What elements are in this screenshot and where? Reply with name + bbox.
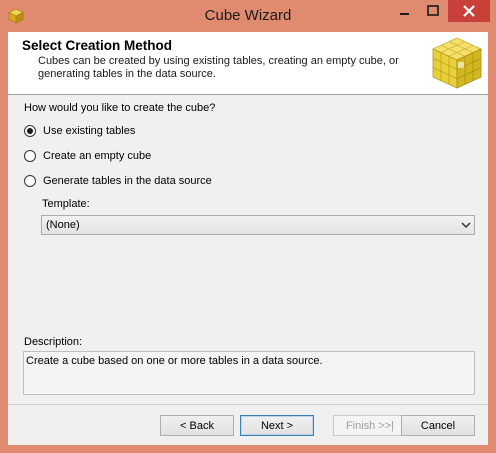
cancel-button[interactable]: Cancel xyxy=(401,415,475,436)
close-button[interactable] xyxy=(448,0,490,22)
page-description: Cubes can be created by using existing t… xyxy=(38,55,399,80)
wizard-header: Select Creation Method Cubes can be crea… xyxy=(8,32,488,95)
question-label: How would you like to create the cube? xyxy=(24,102,216,114)
minimize-button[interactable] xyxy=(394,0,416,22)
radio-use-existing-tables[interactable]: Use existing tables xyxy=(24,123,135,139)
chevron-down-icon xyxy=(461,222,471,229)
title-bar[interactable]: Cube Wizard xyxy=(0,0,496,32)
radio-label: Use existing tables xyxy=(43,125,136,137)
back-button[interactable]: < Back xyxy=(160,415,234,436)
description-label: Description: xyxy=(24,336,83,348)
description-box: Create a cube based on one or more table… xyxy=(23,351,475,395)
maximize-button[interactable] xyxy=(420,0,446,22)
radio-circle[interactable] xyxy=(24,175,36,187)
cube-icon xyxy=(432,37,482,89)
wizard-body: Select Creation Method Cubes can be crea… xyxy=(8,32,488,445)
cube-wizard-window: Cube Wizard Select Creation Method Cubes… xyxy=(0,0,496,453)
template-label: Template: xyxy=(42,198,90,210)
close-icon xyxy=(463,5,475,17)
radio-create-empty-cube[interactable]: Create an empty cube xyxy=(24,148,151,164)
radio-label: Generate tables in the data source xyxy=(43,175,212,187)
divider xyxy=(8,404,488,405)
next-button[interactable]: Next > xyxy=(240,415,314,436)
template-value: (None) xyxy=(46,219,80,231)
radio-circle[interactable] xyxy=(24,150,36,162)
radio-generate-tables[interactable]: Generate tables in the data source xyxy=(24,173,212,189)
finish-button[interactable]: Finish >>| xyxy=(333,415,407,436)
template-dropdown[interactable]: (None) xyxy=(41,215,475,235)
page-title: Select Creation Method xyxy=(22,38,173,53)
radio-circle-checked[interactable] xyxy=(24,125,36,137)
radio-label: Create an empty cube xyxy=(43,150,152,162)
description-text: Create a cube based on one or more table… xyxy=(26,355,323,367)
